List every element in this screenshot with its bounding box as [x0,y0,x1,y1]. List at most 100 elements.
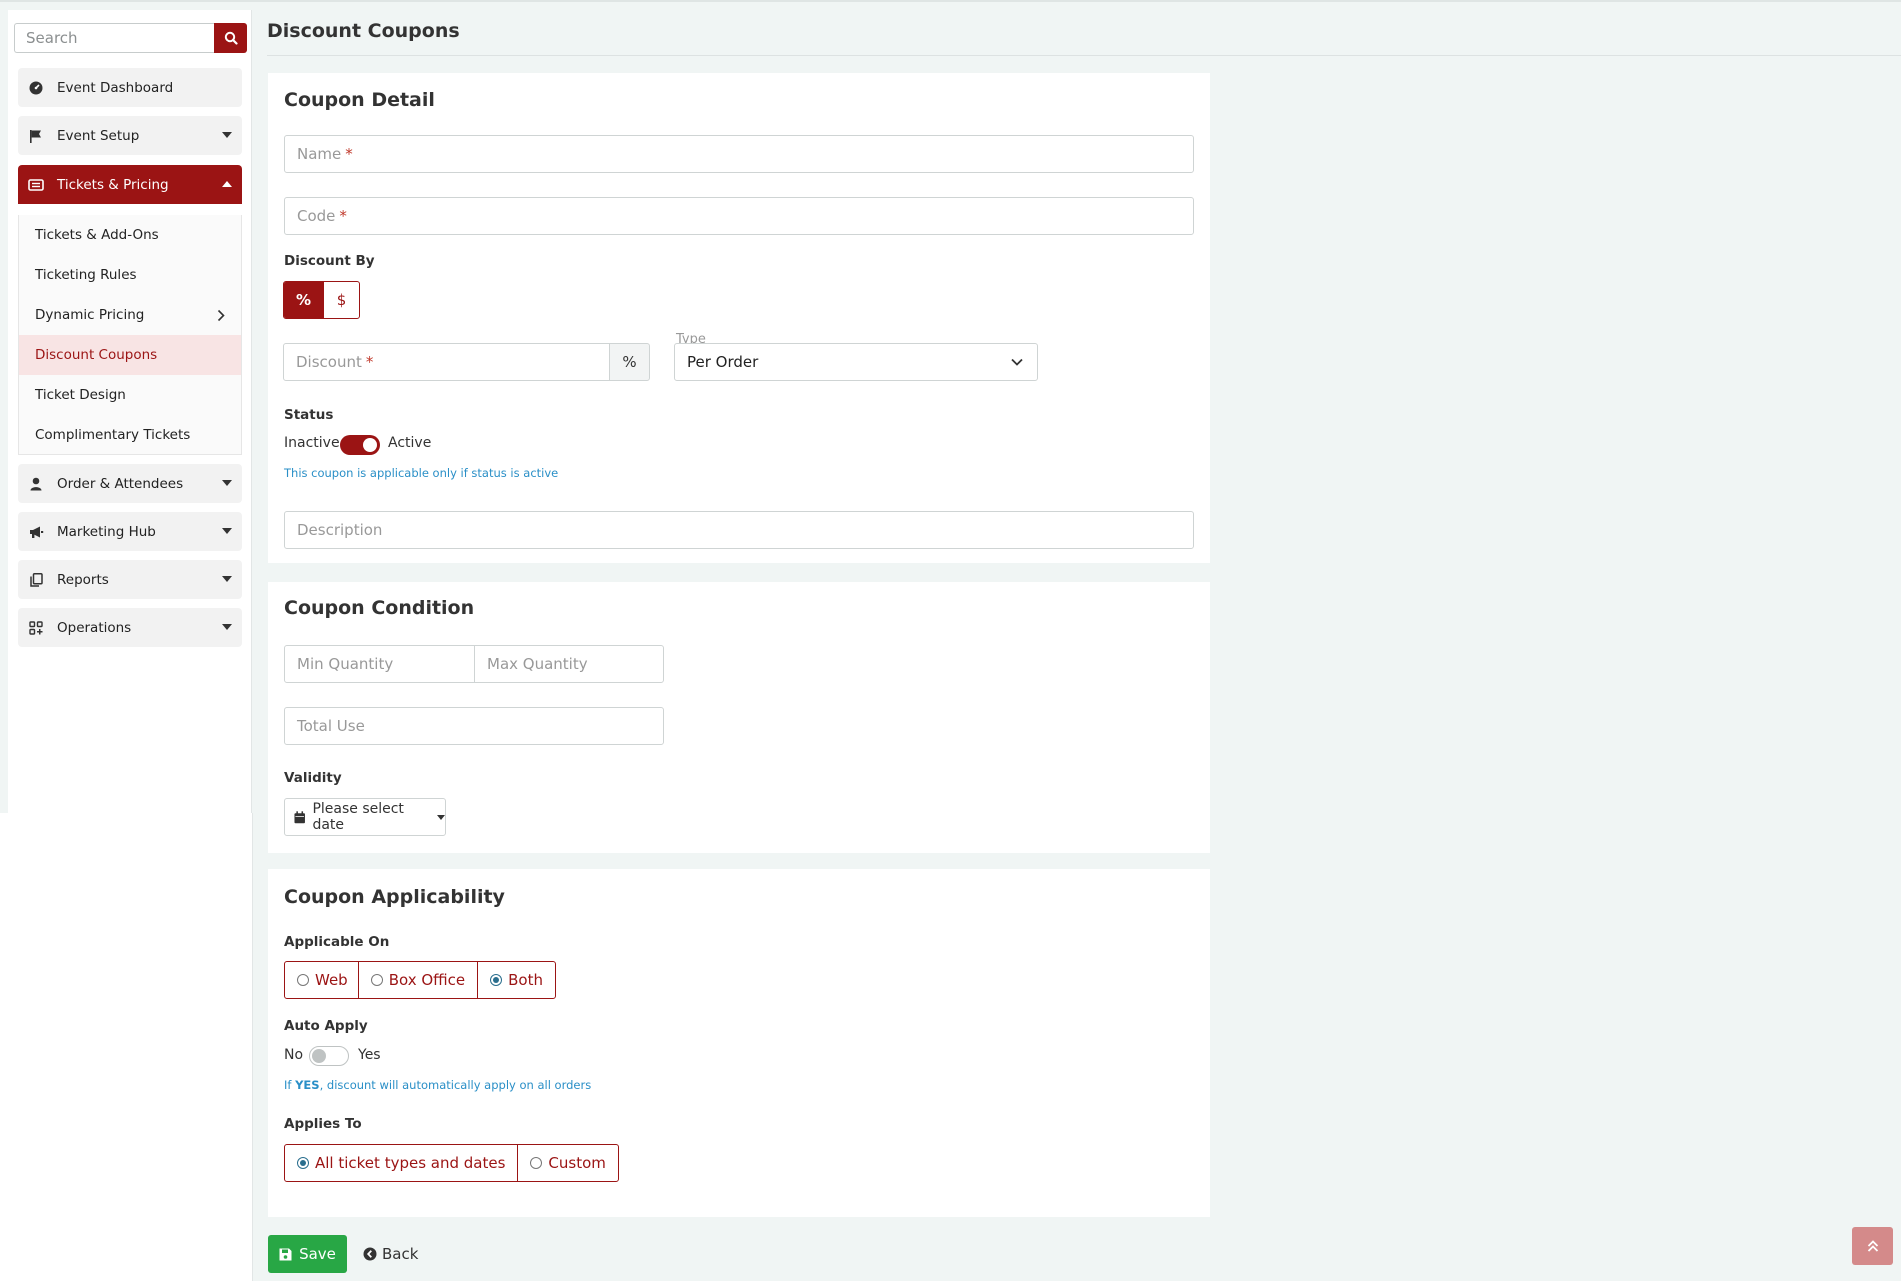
sidebar-submenu: Tickets & Add-Ons Ticketing Rules Dynami… [18,215,242,455]
chevron-down-icon [222,528,232,534]
chevron-up-icon [222,181,232,187]
sidebar-item-label: Operations [57,619,132,636]
sidebar-subitem-ticket-design[interactable]: Ticket Design [19,375,241,415]
dashboard-icon [28,80,44,96]
applicable-on-box-office[interactable]: Box Office [359,962,479,998]
ticket-icon [28,177,44,193]
discount-by-toggle: % $ [283,281,360,319]
total-use-field[interactable]: Total Use [284,707,664,745]
grid-plus-icon [28,620,44,636]
sidebar-item-tickets-pricing[interactable]: Tickets & Pricing [18,165,242,204]
toggle-knob [312,1049,326,1063]
sidebar-subitem-ticketing-rules[interactable]: Ticketing Rules [19,255,241,295]
megaphone-icon [28,524,44,540]
status-note: This coupon is applicable only if status… [284,466,559,480]
discount-addon: % [609,343,650,381]
coupon-applicability-title: Coupon Applicability [284,886,505,908]
toggle-knob [363,438,377,452]
sidebar-item-order-attendees[interactable]: Order & Attendees [18,464,242,503]
radio-icon [530,1157,543,1169]
min-quantity-field[interactable]: Min Quantity [284,645,475,683]
auto-apply-toggle[interactable] [309,1046,349,1066]
sidebar-search [14,23,247,53]
radio-icon [297,974,309,986]
search-button[interactable] [214,23,247,53]
search-icon [224,31,238,45]
validity-date-picker[interactable]: Please select date [284,798,446,836]
applicable-on-web[interactable]: Web [285,962,359,998]
sidebar-lower-area [0,813,252,1281]
chevron-right-icon [217,309,225,322]
discount-by-percent[interactable]: % [284,282,324,318]
discount-by-dollar[interactable]: $ [324,282,359,318]
sidebar-item-label: Event Dashboard [57,79,174,96]
coupon-condition-title: Coupon Condition [284,597,475,619]
validity-label: Validity [284,770,342,786]
page-title: Discount Coupons [267,20,460,42]
chevron-down-icon [222,132,232,138]
sidebar-item-event-dashboard[interactable]: Event Dashboard [18,68,242,107]
sidebar-item-label: Tickets & Pricing [57,176,169,193]
flag-icon [28,128,44,144]
sidebar-item-label: Order & Attendees [57,475,184,492]
caret-down-icon [437,814,445,820]
chevron-down-icon [1011,358,1023,366]
save-icon [279,1248,292,1260]
scroll-to-top-button[interactable] [1852,1227,1893,1265]
chevron-circle-left-icon [363,1247,377,1261]
sidebar-item-marketing-hub[interactable]: Marketing Hub [18,512,242,551]
sidebar-subitem-dynamic-pricing[interactable]: Dynamic Pricing [19,295,241,335]
discount-field[interactable]: Discount * [283,343,610,381]
coupon-applicability-card: Coupon Applicability Applicable On Web B… [268,869,1210,1217]
copy-icon [28,572,44,588]
sidebar-divider [252,813,253,1281]
calendar-icon [294,810,305,823]
double-chevron-up-icon [1867,1240,1878,1252]
sidebar-item-reports[interactable]: Reports [18,560,242,599]
top-border [0,0,1901,2]
status-inactive-label: Inactive [284,435,340,451]
sidebar-item-label: Reports [57,571,109,588]
radio-checked-icon [297,1157,309,1169]
auto-apply-no-label: No [284,1047,304,1063]
save-button[interactable]: Save [268,1235,347,1273]
sidebar-item-label: Event Setup [57,127,140,144]
sidebar-subitem-complimentary-tickets[interactable]: Complimentary Tickets [19,415,241,455]
sidebar-item-label: Marketing Hub [57,523,156,540]
back-button[interactable]: Back [363,1235,418,1273]
discount-by-label: Discount By [284,253,375,269]
chevron-down-icon [222,576,232,582]
user-icon [28,476,44,492]
auto-apply-note: If YES, discount will automatically appl… [284,1078,592,1092]
type-select[interactable]: Per Order [674,343,1038,381]
title-divider [267,55,1901,56]
sidebar-item-operations[interactable]: Operations [18,608,242,647]
status-label: Status [284,407,334,423]
status-toggle[interactable] [340,435,380,455]
max-quantity-field[interactable]: Max Quantity [474,645,664,683]
auto-apply-yes-label: Yes [358,1047,381,1063]
applicable-on-label: Applicable On [284,934,390,950]
search-input[interactable] [14,23,214,53]
radio-icon [370,974,383,986]
applies-to-group: All ticket types and dates Custom [284,1144,619,1182]
auto-apply-label: Auto Apply [284,1018,368,1034]
radio-checked-icon [490,974,503,986]
sidebar-subitem-tickets-addons[interactable]: Tickets & Add-Ons [19,215,241,255]
coupon-condition-card: Coupon Condition Min Quantity Max Quanti… [268,582,1210,853]
applies-to-label: Applies To [284,1116,362,1132]
sidebar-subitem-discount-coupons[interactable]: Discount Coupons [19,335,241,375]
sidebar-item-event-setup[interactable]: Event Setup [18,116,242,155]
code-field[interactable]: Code * [284,197,1194,235]
applies-to-custom[interactable]: Custom [518,1145,617,1181]
coupon-detail-card: Coupon Detail Name * Code * Discount By % … [268,73,1210,563]
applicable-on-both[interactable]: Both [478,962,555,998]
applies-to-all[interactable]: All ticket types and dates [285,1145,519,1181]
sidebar: Event Dashboard Event Setup Tickets & Pr… [8,10,252,813]
applicable-on-group: Web Box Office Both [284,961,556,999]
description-field[interactable]: Description [284,511,1194,549]
coupon-detail-title: Coupon Detail [284,89,435,111]
status-active-label: Active [388,435,432,451]
name-field[interactable]: Name * [284,135,1194,173]
chevron-down-icon [222,480,232,486]
